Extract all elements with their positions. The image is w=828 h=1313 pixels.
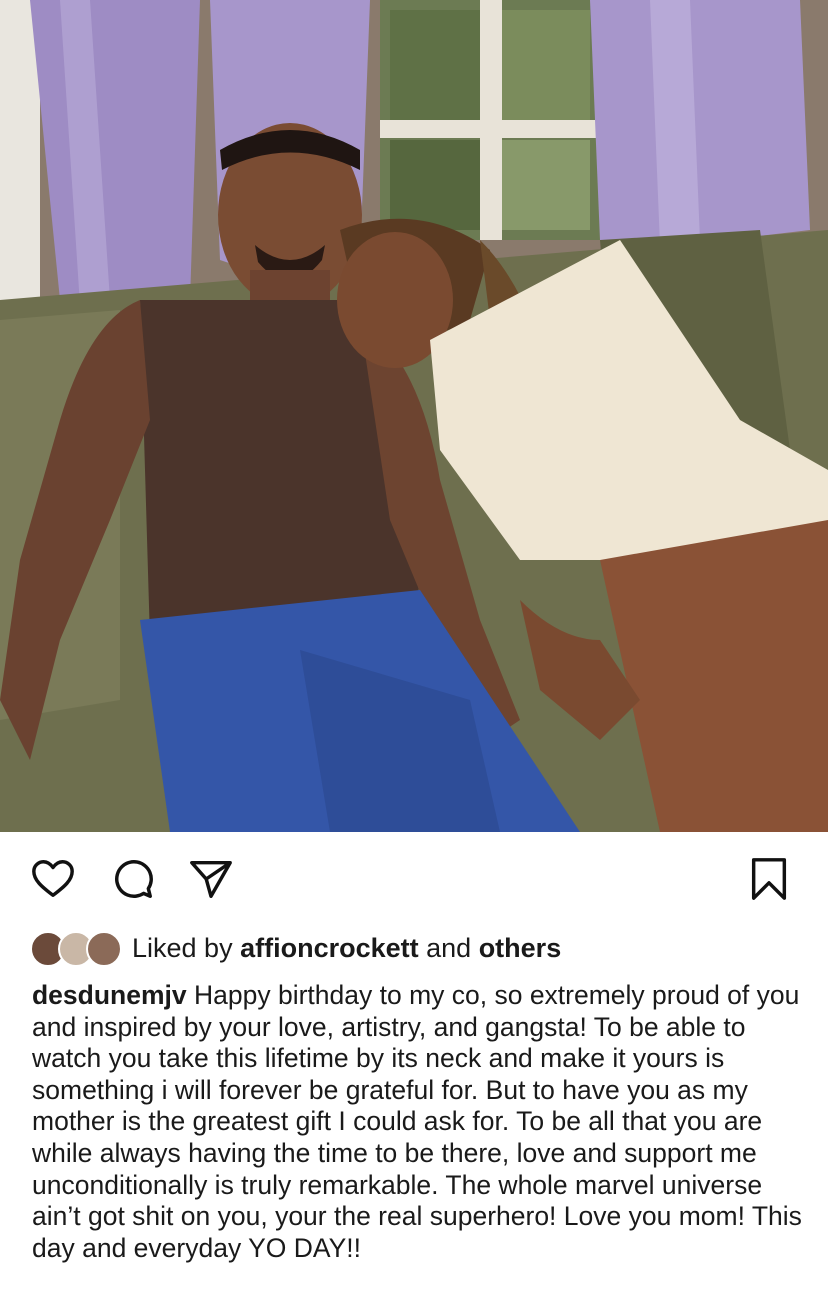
heart-icon — [30, 856, 76, 907]
post-photo[interactable] — [0, 0, 828, 832]
caption-username[interactable]: desdunemjv — [32, 980, 187, 1010]
liked-by-prefix: Liked by — [132, 932, 241, 963]
others-link[interactable]: others — [479, 933, 562, 963]
caption-text: Happy birthday to my co, so extremely pr… — [32, 980, 802, 1263]
comment-button[interactable] — [108, 856, 158, 906]
avatar — [86, 931, 122, 967]
like-button[interactable] — [28, 856, 78, 906]
post-actions — [0, 832, 828, 930]
send-icon — [188, 856, 234, 907]
bookmark-icon — [746, 856, 792, 907]
likes-summary[interactable]: Liked by affioncrockett and others — [30, 928, 561, 968]
liked-by-text: Liked by affioncrockett and others — [132, 933, 561, 964]
liked-by-and: and — [418, 932, 479, 963]
share-button[interactable] — [186, 856, 236, 906]
liker-username-link[interactable]: affioncrockett — [240, 933, 419, 963]
post-caption: desdunemjv Happy birthday to my co, so e… — [32, 980, 802, 1264]
comment-icon — [110, 856, 156, 907]
liker-avatars — [30, 931, 122, 967]
save-button[interactable] — [744, 856, 794, 906]
